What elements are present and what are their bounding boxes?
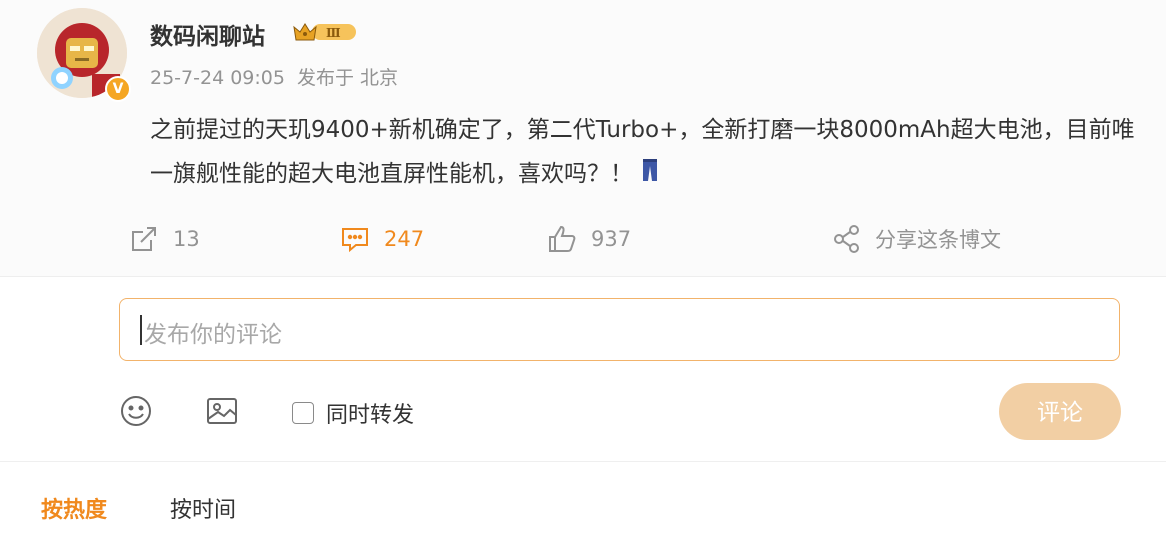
like-button[interactable]: 937 xyxy=(547,224,631,254)
post-content: 之前提过的天玑9400+新机确定了，第二代Turbo+，全新打磨一块8000mA… xyxy=(150,108,1135,197)
divider xyxy=(0,461,1166,462)
sort-by-hot[interactable]: 按热度 xyxy=(41,492,107,524)
submit-comment-button[interactable]: 评论 xyxy=(999,383,1121,440)
share-label: 分享这条博文 xyxy=(875,228,1001,252)
post-card: V 数码闲聊站 Ⅲ 25-7-24 09:05 发布于 北京 之前提过的天玑94… xyxy=(0,0,1166,277)
forward-checkbox[interactable] xyxy=(292,402,314,424)
username[interactable]: 数码闲聊站 xyxy=(150,17,265,51)
crown-badge-icon[interactable]: Ⅲ xyxy=(292,19,358,45)
comment-placeholder: 发布你的评论 xyxy=(144,322,282,348)
comment-icon xyxy=(340,224,370,254)
post-meta: 25-7-24 09:05 发布于 北京 xyxy=(150,63,404,90)
level-text: Ⅲ xyxy=(326,26,341,40)
posted-from: 发布于 北京 xyxy=(297,67,399,89)
share-button[interactable]: 分享这条博文 xyxy=(833,224,1001,254)
verified-badge: V xyxy=(105,76,131,102)
like-count: 937 xyxy=(591,227,632,251)
share-icon xyxy=(833,224,861,254)
text-caret xyxy=(140,315,142,345)
emoji-icon[interactable] xyxy=(120,395,152,431)
sort-by-time[interactable]: 按时间 xyxy=(170,492,236,524)
avatar[interactable]: V xyxy=(37,8,131,102)
timestamp[interactable]: 25-7-24 09:05 xyxy=(150,67,285,89)
comment-input[interactable]: 发布你的评论 xyxy=(119,298,1120,361)
repost-button[interactable]: 13 xyxy=(129,224,200,254)
pants-emoji-icon xyxy=(641,153,659,197)
repost-icon xyxy=(129,224,159,254)
forward-label: 同时转发 xyxy=(326,403,415,428)
image-icon[interactable] xyxy=(206,395,238,431)
comment-button[interactable]: 247 xyxy=(340,224,424,254)
forward-toggle[interactable]: 同时转发 xyxy=(292,397,414,429)
comment-count: 247 xyxy=(384,227,425,251)
like-icon xyxy=(547,224,577,254)
repost-count: 13 xyxy=(173,227,200,251)
